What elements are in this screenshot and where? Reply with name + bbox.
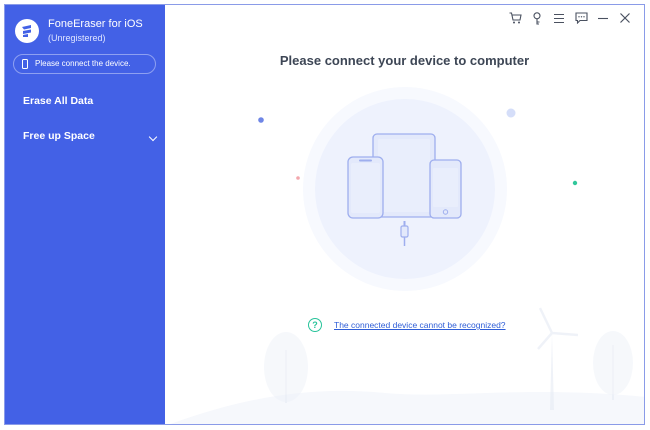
decor-dot — [506, 108, 516, 118]
phone-icon — [347, 156, 384, 219]
decor-dot — [296, 176, 300, 180]
decor-dot — [572, 180, 578, 186]
tree-icon — [593, 331, 633, 400]
ground-shape — [170, 390, 644, 424]
decor-dot — [258, 117, 264, 123]
phone-icon — [429, 159, 462, 219]
device-not-recognized-link[interactable]: The connected device cannot be recognize… — [334, 320, 506, 330]
tree-icon — [264, 332, 308, 403]
question-icon: ? — [308, 318, 322, 332]
app-window: FoneEraser for iOS (Unregistered) Please… — [4, 4, 645, 425]
connect-device-illustration — [170, 87, 644, 424]
